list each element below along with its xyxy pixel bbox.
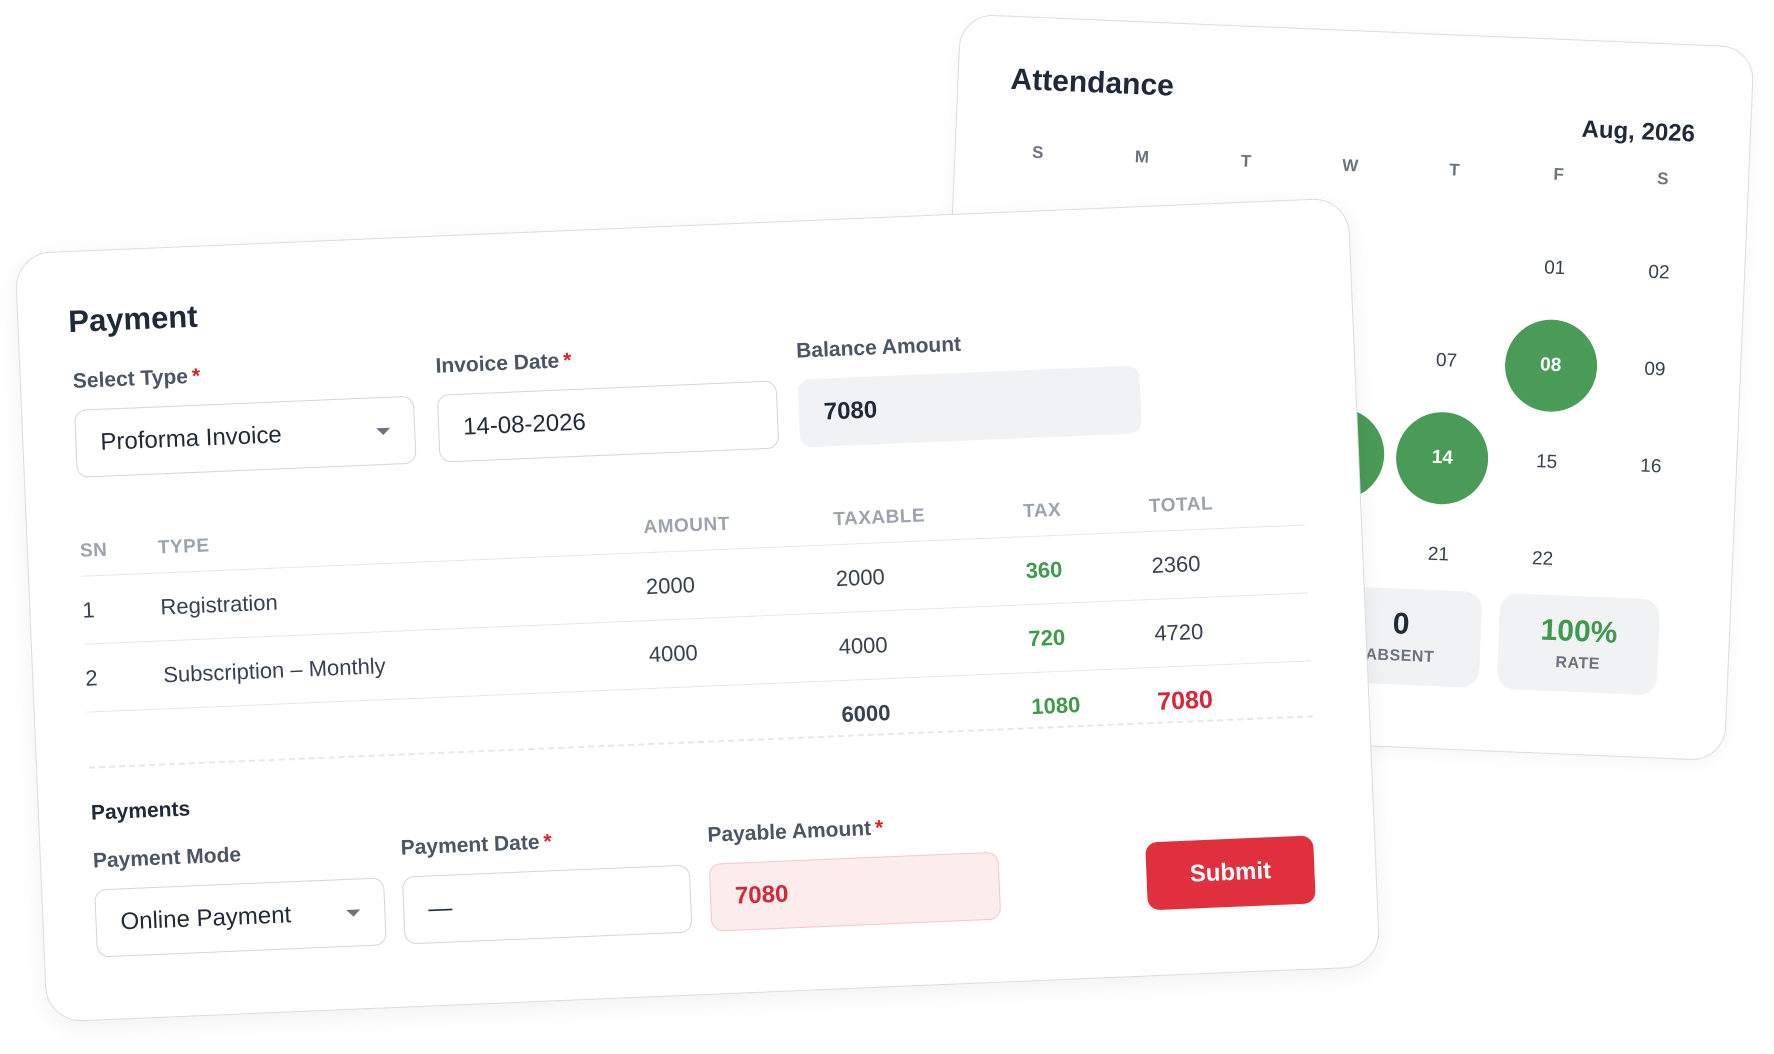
cell-amount: 4000 xyxy=(648,639,699,667)
cell-tax: 720 xyxy=(1027,624,1066,651)
column-header: SN xyxy=(79,539,108,562)
select-type-dropdown[interactable]: Proforma Invoice xyxy=(74,395,417,478)
column-header: TAXABLE xyxy=(832,504,926,530)
cell-taxable: 4000 xyxy=(838,631,889,659)
payment-mode-dropdown[interactable]: Online Payment xyxy=(94,877,387,958)
calendar-day-label: 09 xyxy=(1643,358,1666,380)
column-header: TAX xyxy=(1022,499,1062,522)
payment-date-input[interactable]: — xyxy=(401,864,693,945)
total-tax: 1080 xyxy=(1030,692,1081,720)
attendance-month: Aug, 2026 xyxy=(1581,115,1696,148)
rate-value: 100% xyxy=(1539,613,1619,650)
invoice-date-input[interactable]: 14-08-2026 xyxy=(436,380,780,463)
invoice-date-label: Invoice Date xyxy=(435,349,560,378)
calendar-day-label: 15 xyxy=(1535,450,1558,473)
total-taxable: 6000 xyxy=(840,700,891,728)
weekday-label: T xyxy=(1240,151,1252,171)
weekday-label: M xyxy=(1134,147,1150,167)
rate-label: RATE xyxy=(1555,654,1601,674)
balance-amount-label: Balance Amount xyxy=(795,332,962,363)
cell-taxable: 2000 xyxy=(835,563,886,591)
calendar-day xyxy=(1396,213,1504,314)
payment-mode-value: Online Payment xyxy=(119,901,292,936)
payment-mode-field: Payment Mode Online Payment xyxy=(92,837,387,958)
chevron-down-icon xyxy=(346,909,361,917)
required-mark: * xyxy=(562,349,572,373)
calendar-day[interactable]: 02 xyxy=(1605,222,1713,323)
weekday-label: S xyxy=(1656,169,1669,189)
required-mark: * xyxy=(874,816,884,840)
submit-button[interactable]: Submit xyxy=(1145,835,1316,911)
calendar-day-label: 02 xyxy=(1647,261,1670,284)
payment-title: Payment xyxy=(67,298,199,340)
absent-label: ABSENT xyxy=(1365,646,1435,667)
cell-total: 2360 xyxy=(1150,550,1201,578)
calendar-day[interactable]: 14 xyxy=(1388,407,1496,508)
column-header: AMOUNT xyxy=(643,513,731,538)
payable-amount-value: 7080 xyxy=(734,880,789,910)
payable-amount-input[interactable]: 7080 xyxy=(708,851,1002,932)
payment-card: Payment Select Type * Proforma Invoice In… xyxy=(14,197,1381,1023)
cell-sn: 2 xyxy=(84,664,99,691)
cell-type: Subscription – Monthly xyxy=(162,652,387,687)
select-type-field: Select Type * Proforma Invoice xyxy=(72,356,417,478)
calendar-day[interactable]: 16 xyxy=(1597,416,1705,517)
column-header: TYPE xyxy=(157,534,210,559)
payments-section-title: Payments xyxy=(90,797,191,825)
grand-total: 7080 xyxy=(1156,685,1214,716)
calendar-day-label: 01 xyxy=(1543,256,1566,279)
payment-date-field: Payment Date * — xyxy=(400,825,693,945)
invoice-date-value: 14-08-2026 xyxy=(462,408,587,441)
balance-amount-display: 7080 xyxy=(797,365,1142,448)
calendar-day-label: 16 xyxy=(1639,455,1662,477)
weekday-label: F xyxy=(1553,164,1565,185)
weekday-header: S M T W T F S xyxy=(985,141,1715,192)
calendar-day[interactable]: 07 xyxy=(1392,310,1500,411)
cell-tax: 360 xyxy=(1025,556,1063,583)
cell-sn: 1 xyxy=(81,596,96,623)
chevron-down-icon xyxy=(376,427,391,436)
rate-stat: 100% RATE xyxy=(1496,592,1661,696)
payment-mode-label: Payment Mode xyxy=(92,843,242,873)
weekday-label: T xyxy=(1448,160,1461,180)
payable-amount-field: Payable Amount * 7080 xyxy=(706,812,1002,932)
column-header: TOTAL xyxy=(1148,492,1214,517)
calendar-day[interactable]: 15 xyxy=(1492,411,1600,512)
calendar-day-label xyxy=(1403,216,1499,312)
required-mark: * xyxy=(542,830,553,854)
calendar-day-label: 07 xyxy=(1435,349,1458,372)
payment-date-label: Payment Date xyxy=(400,830,540,860)
cell-type: Registration xyxy=(159,589,279,619)
calendar-day[interactable]: 01 xyxy=(1501,218,1609,319)
weekday-label: W xyxy=(1341,155,1359,176)
absent-value: 0 xyxy=(1392,607,1411,641)
payment-date-value: — xyxy=(427,894,453,923)
calendar-day-label: 08 xyxy=(1502,317,1599,414)
calendar-day[interactable]: 09 xyxy=(1601,319,1709,420)
items-table: SN TYPE AMOUNT TAXABLE TAX TOTAL 1 Regis… xyxy=(78,475,1314,781)
cell-amount: 2000 xyxy=(645,571,696,599)
select-type-value: Proforma Invoice xyxy=(99,421,283,456)
invoice-date-field: Invoice Date * 14-08-2026 xyxy=(435,341,780,463)
balance-amount-field: Balance Amount 7080 xyxy=(795,325,1142,448)
attendance-stats: 0 ABSENT 100% RATE xyxy=(1318,585,1661,696)
balance-amount-value: 7080 xyxy=(823,396,878,426)
select-type-label: Select Type xyxy=(72,365,189,393)
payable-amount-label: Payable Amount xyxy=(706,816,872,847)
required-mark: * xyxy=(191,364,201,388)
weekday-label: S xyxy=(1031,142,1044,163)
calendar-day[interactable]: 08 xyxy=(1497,315,1605,416)
cell-total: 4720 xyxy=(1153,618,1204,646)
calendar-day-label: 14 xyxy=(1394,409,1491,506)
attendance-title: Attendance xyxy=(1009,62,1175,103)
